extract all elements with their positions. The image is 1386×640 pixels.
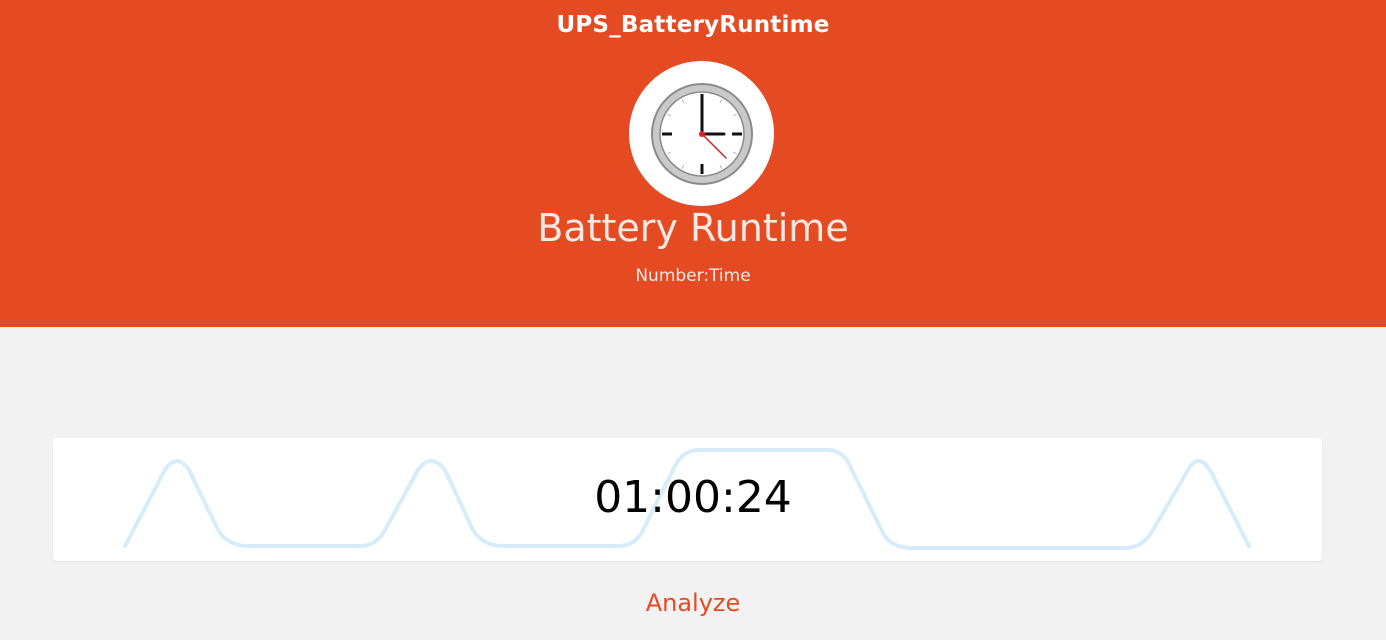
item-icon-container xyxy=(629,61,774,206)
item-label: Battery Runtime xyxy=(537,206,849,250)
item-header: UPS_BatteryRuntime Battery Runtime Numbe… xyxy=(0,0,1386,327)
item-state-value: 01:00:24 xyxy=(594,472,792,523)
analyze-link[interactable]: Analyze xyxy=(646,589,741,617)
item-type: Number:Time xyxy=(635,266,751,286)
clock-icon xyxy=(651,83,753,185)
analyze-container: Analyze xyxy=(0,589,1386,617)
item-name: UPS_BatteryRuntime xyxy=(556,12,830,38)
